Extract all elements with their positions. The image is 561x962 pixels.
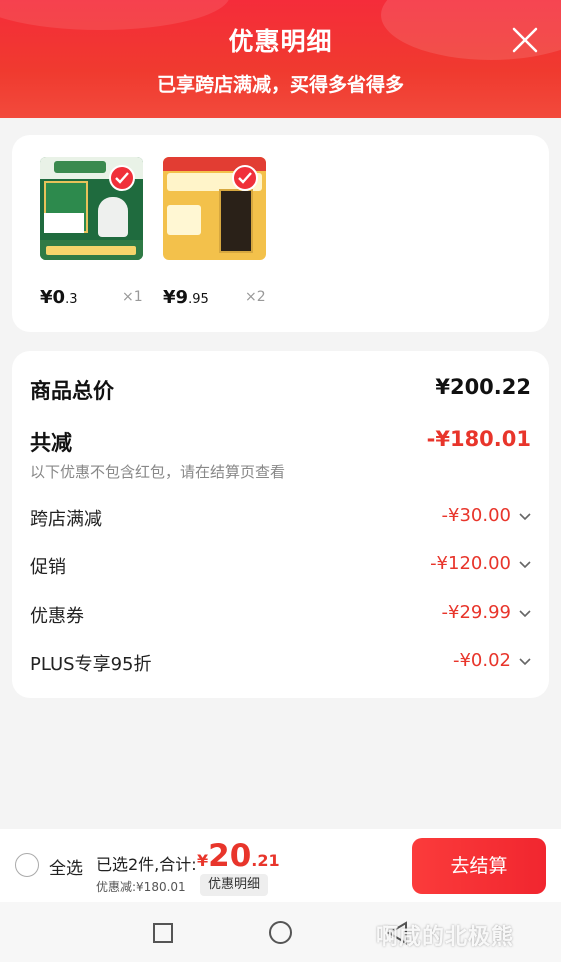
checked-icon bbox=[109, 165, 135, 191]
checked-icon bbox=[232, 165, 258, 191]
product-image[interactable] bbox=[163, 157, 266, 260]
discount-label: 优惠券 bbox=[30, 606, 84, 627]
system-navigation-bar: 啊咸的北极熊 bbox=[0, 902, 561, 962]
chevron-down-icon[interactable] bbox=[519, 561, 531, 569]
product-quantity: ×1 bbox=[122, 289, 143, 305]
product-item[interactable]: ¥9.95 ×2 bbox=[163, 157, 273, 308]
discount-row-plus[interactable]: PLUS专享95折 -¥0.02 bbox=[30, 650, 531, 676]
page-subtitle: 已享跨店满减，买得多省得多 bbox=[156, 74, 404, 96]
chevron-down-icon[interactable] bbox=[519, 513, 531, 521]
discount-value: -¥120.00 bbox=[430, 553, 511, 574]
discount-label: 促销 bbox=[30, 557, 66, 578]
price-summary-card: 商品总价 ¥200.22 共减 -¥180.01 以下优惠不包含红包，请在结算页… bbox=[12, 351, 549, 698]
total-price-value: ¥200.22 bbox=[435, 375, 531, 399]
watermark: 啊咸的北极熊 bbox=[376, 925, 515, 950]
checkout-button[interactable]: 去结算 bbox=[412, 838, 546, 894]
discount-row-coupon[interactable]: 优惠券 -¥29.99 bbox=[30, 602, 531, 628]
product-price: ¥9.95 bbox=[163, 287, 209, 308]
discount-detail-header: 优惠明细 已享跨店满减，买得多省得多 bbox=[0, 0, 561, 118]
total-reduce-label: 共减 bbox=[30, 431, 72, 455]
product-image[interactable] bbox=[40, 157, 143, 260]
discount-row-cross-store[interactable]: 跨店满减 -¥30.00 bbox=[30, 505, 531, 531]
product-item[interactable]: ¥0.3 ×1 bbox=[40, 157, 150, 308]
discount-detail-button[interactable]: 优惠明细 bbox=[200, 874, 269, 896]
select-all-label[interactable]: 全选 bbox=[49, 854, 83, 879]
product-quantity: ×2 bbox=[245, 289, 266, 305]
chevron-down-icon[interactable] bbox=[519, 658, 531, 666]
checkout-bar: 全选 已选2件,合计: ¥20.21 优惠减:¥180.01 优惠明细 去结算 bbox=[0, 829, 561, 902]
discount-note: 以下优惠不包含红包，请在结算页查看 bbox=[30, 463, 286, 481]
discount-label: PLUS专享95折 bbox=[30, 654, 152, 675]
discount-label: 跨店满减 bbox=[30, 509, 102, 530]
home-icon[interactable] bbox=[269, 921, 292, 944]
page-title: 优惠明细 bbox=[228, 27, 333, 56]
discount-value: -¥29.99 bbox=[441, 602, 511, 623]
selected-products-card: ¥0.3 ×1 ¥9.95 ×2 bbox=[12, 135, 549, 332]
select-all-checkbox[interactable] bbox=[15, 853, 39, 877]
close-icon[interactable] bbox=[511, 26, 539, 54]
total-price-label: 商品总价 bbox=[30, 379, 114, 403]
discount-value: -¥30.00 bbox=[441, 505, 511, 526]
discount-row-promotion[interactable]: 促销 -¥120.00 bbox=[30, 553, 531, 579]
selected-count-text: 已选2件,合计: bbox=[96, 855, 197, 874]
product-price: ¥0.3 bbox=[40, 287, 78, 308]
recent-apps-icon[interactable] bbox=[153, 923, 173, 943]
grand-total: ¥20.21 bbox=[197, 838, 280, 874]
discount-summary-text: 优惠减:¥180.01 bbox=[96, 880, 186, 894]
total-reduce-value: -¥180.01 bbox=[426, 427, 531, 451]
chevron-down-icon[interactable] bbox=[519, 610, 531, 618]
